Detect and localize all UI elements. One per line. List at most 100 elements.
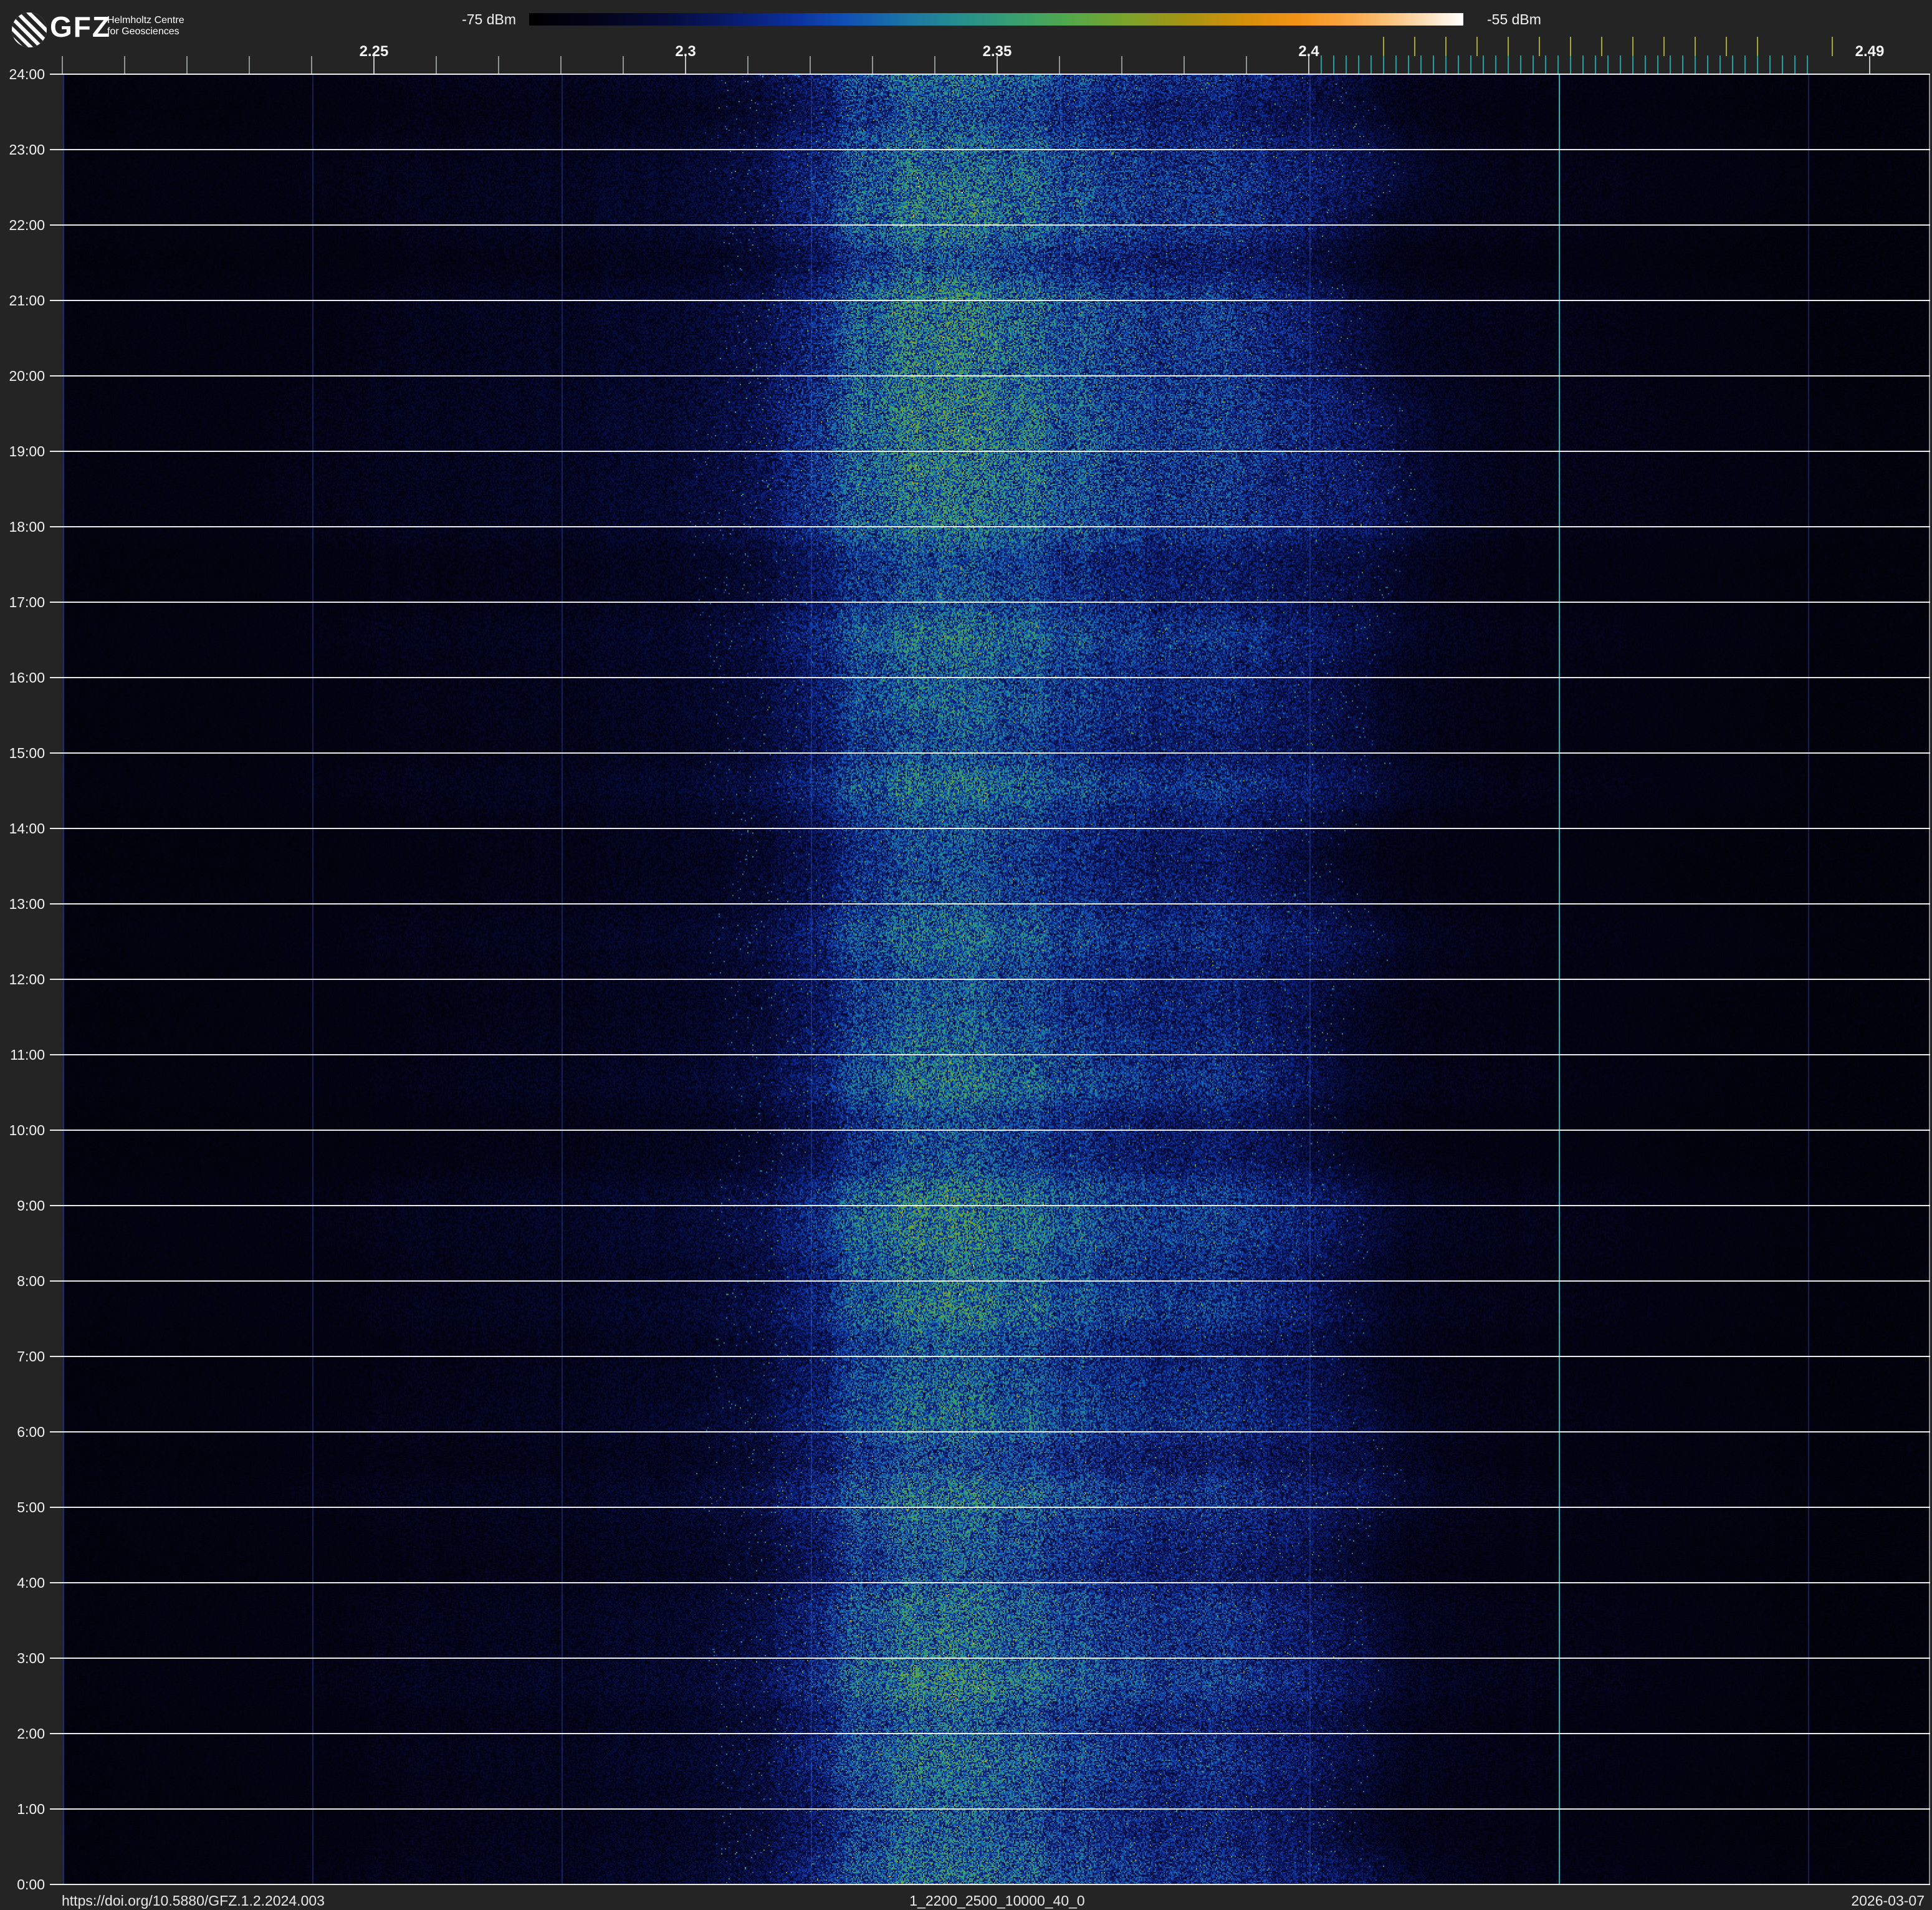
hour-label: 14:00	[9, 820, 45, 837]
freq-minor-tick	[1246, 56, 1247, 74]
freq-minor-tick	[1059, 56, 1060, 74]
freq-minor-tick	[249, 56, 250, 74]
ble-channel-tick	[1458, 55, 1459, 74]
wifi-channel-tick	[1414, 37, 1415, 56]
ble-channel-tick	[1682, 55, 1683, 74]
hour-label: 21:00	[9, 292, 45, 309]
freq-minor-tick	[124, 56, 125, 74]
freq-minor-tick	[560, 56, 562, 74]
ble-channel-tick	[1358, 55, 1359, 74]
ble-channel-tick	[1620, 55, 1621, 74]
hour-label: 22:00	[9, 217, 45, 233]
ble-channel-tick	[1782, 55, 1783, 74]
wifi-channel-tick	[1757, 37, 1758, 56]
frequency-axis: 2.25 2.3 2.35 2.4 2.49	[0, 0, 1932, 75]
hour-label: 23:00	[9, 142, 45, 158]
wifi-channel-tick	[1632, 37, 1633, 56]
ble-channel-tick	[1607, 55, 1609, 74]
dataset-filename: 1_2200_2500_10000_40_0	[909, 1893, 1085, 1909]
wifi-channel-tick	[1508, 37, 1509, 56]
wifi-channel-tick	[1570, 37, 1571, 56]
hour-label: 13:00	[9, 896, 45, 912]
freq-minor-tick	[810, 56, 811, 74]
freq-minor-tick	[623, 56, 624, 74]
ble-channel-tick	[1533, 55, 1534, 74]
hour-label: 5:00	[17, 1499, 45, 1515]
freq-minor-tick	[872, 56, 873, 74]
freq-major-label: 2.49	[1855, 43, 1885, 60]
plot-right-border	[1929, 74, 1930, 1885]
hour-label: 10:00	[9, 1122, 45, 1138]
freq-minor-tick	[1184, 56, 1185, 74]
ble-channel-tick	[1483, 55, 1484, 74]
ble-channel-tick	[1632, 55, 1633, 74]
wifi-channel-tick	[1601, 37, 1602, 56]
ble-channel-tick	[1757, 55, 1758, 74]
freq-major-label: 2.35	[982, 43, 1012, 60]
ble-channel-tick	[1695, 55, 1696, 74]
ble-channel-tick	[1433, 55, 1434, 74]
hour-label: 18:00	[9, 519, 45, 535]
ble-channel-tick	[1807, 55, 1808, 74]
date-label: 2026-03-07	[1851, 1893, 1925, 1909]
ble-channel-tick	[1707, 55, 1708, 74]
hour-label: 6:00	[17, 1424, 45, 1440]
freq-minor-tick	[62, 56, 63, 74]
ble-channel-tick	[1645, 55, 1646, 74]
freq-major-label: 2.25	[359, 43, 389, 60]
ble-channel-tick	[1470, 55, 1471, 74]
hour-label: 1:00	[17, 1801, 45, 1817]
hour-label: 20:00	[9, 368, 45, 384]
freq-minor-tick	[311, 56, 312, 74]
ble-channel-tick	[1370, 55, 1372, 74]
hour-label: 19:00	[9, 443, 45, 459]
ble-channel-tick	[1657, 55, 1658, 74]
ble-channel-tick	[1557, 55, 1559, 74]
hour-label: 8:00	[17, 1273, 45, 1289]
freq-major-label: 2.4	[1298, 43, 1319, 60]
freq-minor-tick	[498, 56, 499, 74]
freq-minor-tick	[1121, 56, 1122, 74]
hour-label: 16:00	[9, 669, 45, 686]
hour-label: 12:00	[9, 971, 45, 987]
wifi-channel-tick	[1445, 37, 1447, 56]
hour-label: 4:00	[17, 1575, 45, 1591]
spectrogram-page: GFZ Helmholtz Centre for Geosciences -75…	[0, 0, 1932, 1910]
hour-label: 0:00	[17, 1876, 45, 1893]
ble-channel-tick	[1582, 55, 1584, 74]
freq-minor-tick	[436, 56, 437, 74]
ble-channel-tick	[1670, 55, 1671, 74]
ble-channel-tick	[1508, 55, 1509, 74]
ble-channel-tick	[1719, 55, 1721, 74]
ble-channel-tick	[1595, 55, 1596, 74]
hour-label: 2:00	[17, 1725, 45, 1742]
hour-label: 3:00	[17, 1650, 45, 1666]
ble-channel-tick	[1395, 55, 1397, 74]
hour-label: 9:00	[17, 1197, 45, 1214]
ble-channel-tick	[1520, 55, 1521, 74]
ble-channel-tick	[1408, 55, 1409, 74]
hour-label: 17:00	[9, 594, 45, 610]
hour-label: 15:00	[9, 745, 45, 761]
ble-channel-tick	[1744, 55, 1746, 74]
ble-channel-tick	[1420, 55, 1422, 74]
wifi-channel-tick	[1695, 37, 1696, 56]
ble-channel-tick	[1732, 55, 1733, 74]
ble-channel-tick	[1794, 55, 1796, 74]
wifi-channel-tick	[1663, 37, 1665, 56]
wifi-channel-tick	[1539, 37, 1540, 56]
ble-channel-tick	[1495, 55, 1496, 74]
wifi-channel-tick	[1726, 37, 1727, 56]
spectrogram-canvas	[63, 75, 1930, 1884]
ble-channel-tick	[1570, 55, 1571, 74]
ble-channel-tick	[1383, 55, 1384, 74]
wifi-channel-tick	[1476, 37, 1478, 56]
freq-minor-tick	[934, 56, 935, 74]
ble-channel-tick	[1545, 55, 1546, 74]
freq-minor-tick	[747, 56, 748, 74]
wifi-channel-tick	[1383, 37, 1384, 56]
ble-channel-tick	[1769, 55, 1771, 74]
freq-minor-tick	[186, 56, 188, 74]
freq-major-label: 2.3	[675, 43, 696, 60]
ble-channel-tick	[1445, 55, 1447, 74]
